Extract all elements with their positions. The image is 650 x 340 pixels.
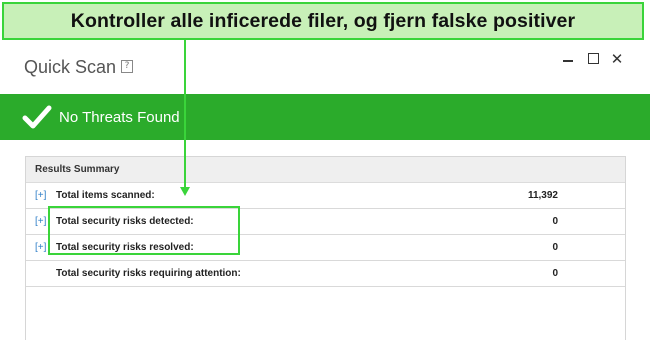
callout-arrow (180, 40, 190, 196)
